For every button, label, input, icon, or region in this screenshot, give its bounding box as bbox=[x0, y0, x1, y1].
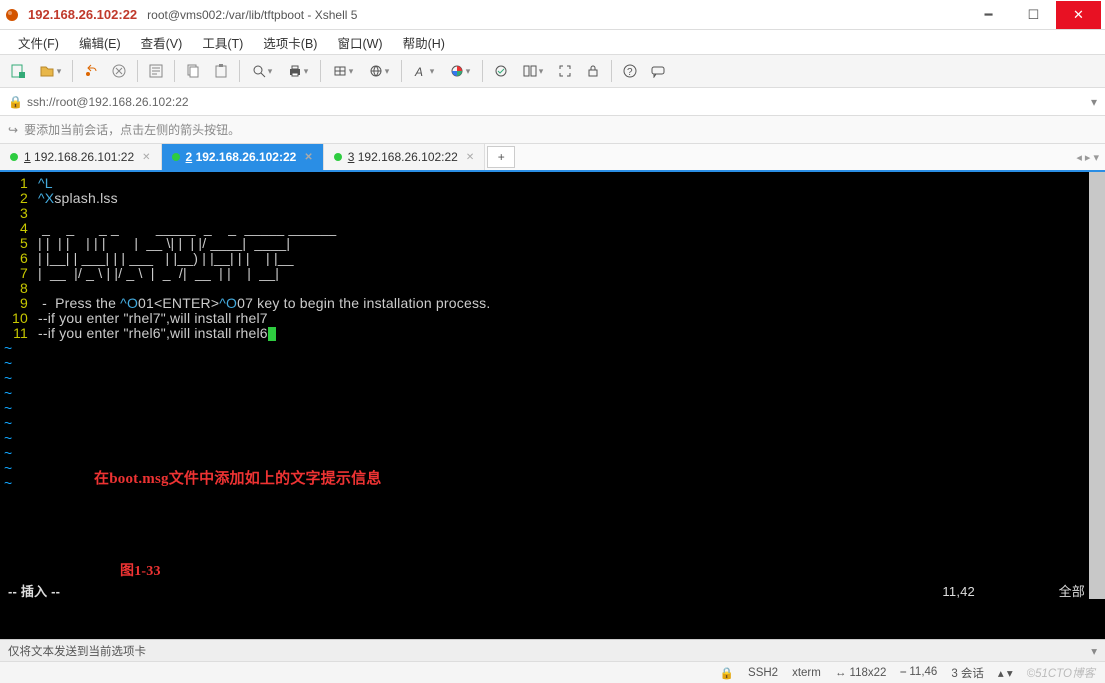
annotation-text: 在boot.msg文件中添加如上的文字提示信息 bbox=[94, 472, 382, 487]
menu-help[interactable]: 帮助(H) bbox=[393, 31, 455, 54]
svg-text:A: A bbox=[414, 65, 423, 78]
vim-mode: -- 插入 -- bbox=[8, 584, 60, 599]
menu-window[interactable]: 窗口(W) bbox=[327, 31, 392, 54]
editor-content[interactable]: ^L^Xsplash.lss _ _ _ _ _____ _ _ _____ _… bbox=[38, 176, 1085, 341]
terminal-scrollbar[interactable] bbox=[1089, 172, 1105, 599]
app-icon bbox=[4, 7, 20, 23]
close-icon[interactable]: ✕ bbox=[304, 152, 312, 163]
figure-label: 图1-33 bbox=[120, 564, 161, 579]
status-protocol: SSH2 bbox=[748, 667, 778, 679]
tab-2[interactable]: 2 192.168.26.102:22 ✕ bbox=[162, 144, 324, 170]
status-dot-icon bbox=[334, 153, 342, 161]
reconnect-button[interactable] bbox=[79, 59, 103, 83]
terminal-view[interactable]: 1234567891011 ^L^Xsplash.lss _ _ _ _ ___… bbox=[0, 172, 1105, 639]
open-button[interactable] bbox=[34, 59, 66, 83]
tab-num: 3 bbox=[348, 150, 355, 164]
status-sessions: 3 会话 bbox=[951, 665, 984, 681]
tab-num: 1 bbox=[24, 150, 31, 164]
lock-button[interactable] bbox=[581, 59, 605, 83]
tab-1[interactable]: 1 192.168.26.101:22 ✕ bbox=[0, 144, 162, 170]
menu-bar: 文件(F) 编辑(E) 查看(V) 工具(T) 选项卡(B) 窗口(W) 帮助(… bbox=[0, 30, 1105, 54]
print-button[interactable] bbox=[282, 59, 314, 83]
session-tabs: 1 192.168.26.101:22 ✕ 2 192.168.26.102:2… bbox=[0, 144, 1105, 172]
close-button[interactable]: ✕ bbox=[1056, 1, 1101, 29]
font-button[interactable]: A bbox=[408, 59, 440, 83]
menu-file[interactable]: 文件(F) bbox=[8, 31, 69, 54]
address-text: ssh://root@192.168.26.102:22 bbox=[27, 95, 189, 109]
chevron-down-icon[interactable]: ▾ bbox=[1091, 95, 1097, 109]
menu-edit[interactable]: 编辑(E) bbox=[69, 31, 131, 54]
title-bar: 192.168.26.102:22 root@vms002:/var/lib/t… bbox=[0, 0, 1105, 30]
capture-button[interactable] bbox=[489, 59, 513, 83]
fullscreen-button[interactable] bbox=[553, 59, 577, 83]
chevron-down-icon[interactable]: ▾ bbox=[1091, 644, 1097, 658]
vim-status-line: -- 插入 -- 图1-33 11,42 全部 bbox=[0, 583, 1105, 599]
send-target-text: 仅将文本发送到当前选项卡 bbox=[8, 643, 146, 659]
close-icon[interactable]: ✕ bbox=[142, 152, 150, 163]
close-icon[interactable]: ✕ bbox=[466, 152, 474, 163]
status-dot-icon bbox=[10, 153, 18, 161]
status-lock-icon: 🔒 bbox=[720, 666, 734, 680]
tab-label: 192.168.26.101:22 bbox=[34, 150, 134, 164]
tab-num: 2 bbox=[186, 150, 193, 164]
feedback-icon[interactable] bbox=[646, 59, 670, 83]
tab-3[interactable]: 3 192.168.26.102:22 ✕ bbox=[324, 144, 486, 170]
toolbar: A ? bbox=[0, 54, 1105, 88]
vim-ruler: 11,42 bbox=[942, 584, 975, 599]
menu-view[interactable]: 查看(V) bbox=[131, 31, 193, 54]
add-tab-button[interactable]: + bbox=[487, 146, 515, 168]
new-button[interactable] bbox=[6, 59, 30, 83]
color-button[interactable] bbox=[444, 59, 476, 83]
title-host: 192.168.26.102:22 bbox=[28, 7, 137, 22]
menu-tab[interactable]: 选项卡(B) bbox=[253, 31, 327, 54]
script-button[interactable] bbox=[363, 59, 395, 83]
maximize-button[interactable]: ☐ bbox=[1011, 1, 1056, 29]
layout-button[interactable] bbox=[517, 59, 549, 83]
resize-icon: ↔ bbox=[835, 667, 850, 679]
find-button[interactable] bbox=[246, 59, 278, 83]
line-number-gutter: 1234567891011 bbox=[0, 176, 34, 341]
tab-label: 192.168.26.102:22 bbox=[358, 150, 458, 164]
status-dot-icon bbox=[172, 153, 180, 161]
title-path: root@vms002:/var/lib/tftpboot - Xshell 5 bbox=[147, 8, 966, 22]
disconnect-button[interactable] bbox=[107, 59, 131, 83]
add-session-icon[interactable]: ↪ bbox=[8, 123, 18, 137]
status-cursor: ⎯ 11,46 bbox=[900, 666, 937, 679]
address-bar[interactable]: 🔒 ssh://root@192.168.26.102:22 ▾ bbox=[0, 88, 1105, 116]
lock-icon: 🔒 bbox=[8, 95, 23, 109]
watermark: ©51CTO博客 bbox=[1027, 665, 1095, 681]
send-target-bar[interactable]: 仅将文本发送到当前选项卡 ▾ bbox=[0, 639, 1105, 661]
menu-tools[interactable]: 工具(T) bbox=[192, 31, 253, 54]
svg-text:?: ? bbox=[627, 67, 633, 78]
paste-button[interactable] bbox=[209, 59, 233, 83]
transfer-button[interactable] bbox=[327, 59, 359, 83]
vim-tilde-column: ~~~~~~~~~~ bbox=[0, 341, 34, 491]
status-nav-icons[interactable]: ▴ ▾ bbox=[998, 666, 1013, 680]
hint-bar: ↪ 要添加当前会话，点击左侧的箭头按钮。 bbox=[0, 116, 1105, 144]
minimize-button[interactable]: ━ bbox=[966, 1, 1011, 29]
tab-label: 192.168.26.102:22 bbox=[196, 150, 297, 164]
copy-button[interactable] bbox=[181, 59, 205, 83]
vim-scroll-indicator: 全部 bbox=[1059, 584, 1085, 599]
tab-nav-icons[interactable]: ◂ ▸ ▾ bbox=[1070, 144, 1105, 170]
help-icon[interactable]: ? bbox=[618, 59, 642, 83]
hint-text: 要添加当前会话，点击左侧的箭头按钮。 bbox=[24, 121, 240, 138]
status-termtype: xterm bbox=[792, 667, 821, 679]
status-size: ↔ 118x22 bbox=[835, 667, 887, 679]
properties-button[interactable] bbox=[144, 59, 168, 83]
status-bar: 🔒 SSH2 xterm ↔ 118x22 ⎯ 11,46 3 会话 ▴ ▾ ©… bbox=[0, 661, 1105, 683]
